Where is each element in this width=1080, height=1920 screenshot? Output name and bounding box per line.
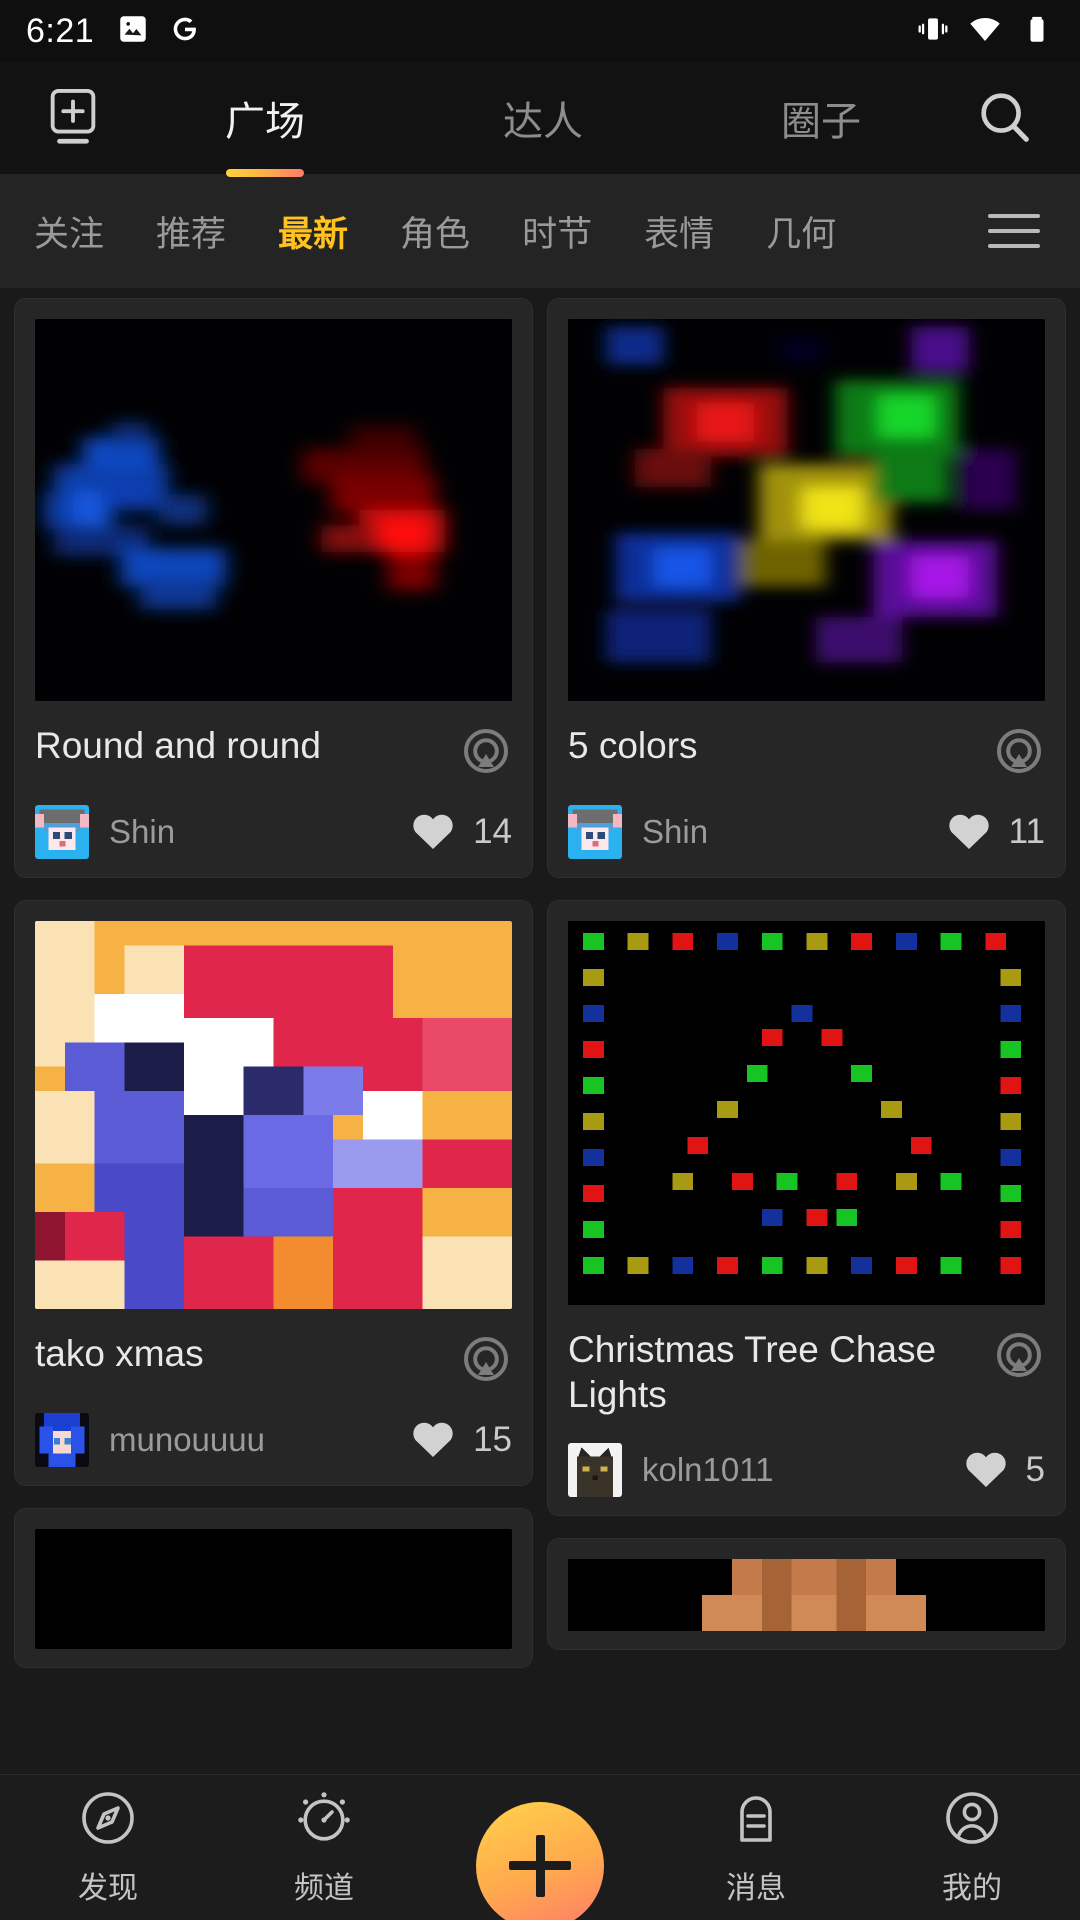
photos-icon (116, 12, 150, 51)
post-meta: Shin 11 (568, 805, 1045, 859)
bottom-navigation-bar: 发现 频道 消息 我的 (0, 1774, 1080, 1920)
add-post-icon[interactable] (30, 87, 116, 149)
post-title: 5 colors (568, 725, 698, 766)
feed-column-right: 5 colors Shin 11 Christmas Tree Chase Li… (547, 298, 1066, 1774)
post-thumbnail-5-colors[interactable] (568, 319, 1045, 701)
chip-jihe[interactable]: 几何 (740, 206, 862, 257)
create-post-fab[interactable] (476, 1801, 604, 1920)
status-bar-system-icons (916, 12, 1054, 51)
post-thumbnail-partial[interactable] (35, 1529, 512, 1649)
post-title-row: Christmas Tree Chase Lights (568, 1305, 1045, 1417)
profile-icon (942, 1788, 1002, 1853)
post-card[interactable] (14, 1508, 533, 1668)
post-author[interactable]: Shin (642, 813, 708, 851)
tab-quanzi-label: 圈子 (781, 100, 861, 144)
nav-item-discover[interactable]: 发现 (0, 1788, 216, 1907)
google-icon (168, 12, 202, 51)
post-thumbnail-round-and-round[interactable] (35, 319, 512, 701)
heart-icon[interactable] (409, 808, 457, 857)
cast-icon[interactable] (454, 727, 512, 779)
heart-icon[interactable] (409, 1416, 457, 1465)
post-title-row: tako xmas (35, 1309, 512, 1387)
post-feed[interactable]: Round and round Shin 14 tako xmas munouu… (0, 288, 1080, 1774)
cast-icon[interactable] (454, 1335, 512, 1387)
compass-icon (78, 1788, 138, 1853)
avatar[interactable] (568, 805, 622, 859)
post-thumbnail-christmas-tree[interactable] (568, 921, 1045, 1305)
like-control[interactable]: 14 (409, 808, 512, 857)
tab-daren-label: 达人 (503, 100, 583, 144)
post-title: tako xmas (35, 1333, 204, 1374)
chip-zuixin[interactable]: 最新 (252, 206, 374, 257)
category-chips: 关注 推荐 最新 角色 时节 表情 几何 (26, 206, 980, 257)
post-title: Christmas Tree Chase Lights (568, 1329, 937, 1416)
status-bar-notification-icons (116, 12, 202, 51)
tab-daren[interactable]: 达人 (503, 85, 583, 151)
vibrate-icon (916, 12, 950, 51)
post-meta: munouuuu 15 (35, 1413, 512, 1467)
post-author[interactable]: munouuuu (109, 1421, 265, 1459)
feed-column-left: Round and round Shin 14 tako xmas munouu… (14, 298, 533, 1774)
post-title-row: Round and round (35, 701, 512, 779)
top-tab-bar: 广场 达人 圈子 (0, 62, 1080, 177)
nav-item-profile[interactable]: 我的 (864, 1788, 1080, 1907)
like-count: 11 (1008, 812, 1045, 851)
hamburger-icon[interactable] (980, 214, 1054, 248)
battery-icon (1020, 12, 1054, 51)
nav-item-messages-label: 消息 (726, 1872, 786, 1905)
post-thumbnail-partial[interactable] (568, 1559, 1045, 1632)
post-meta: Shin 14 (35, 805, 512, 859)
search-icon[interactable] (960, 87, 1050, 149)
chip-tuijian[interactable]: 推荐 (130, 206, 252, 257)
post-author[interactable]: Shin (109, 813, 175, 851)
message-icon (726, 1788, 786, 1853)
nav-item-discover-label: 发现 (78, 1872, 138, 1905)
nav-item-channel[interactable]: 频道 (216, 1788, 432, 1907)
chip-guanzhu[interactable]: 关注 (26, 206, 130, 257)
avatar[interactable] (35, 805, 89, 859)
post-card[interactable]: tako xmas munouuuu 15 (14, 900, 533, 1486)
tab-guangchang-label: 广场 (225, 100, 305, 144)
post-card[interactable]: 5 colors Shin 11 (547, 298, 1066, 878)
cast-icon[interactable] (987, 727, 1045, 779)
status-bar: 6:21 (0, 0, 1080, 62)
post-card[interactable] (547, 1538, 1066, 1651)
nav-item-messages[interactable]: 消息 (648, 1788, 864, 1907)
post-card[interactable]: Round and round Shin 14 (14, 298, 533, 878)
avatar[interactable] (568, 1443, 622, 1498)
heart-icon[interactable] (945, 808, 993, 857)
nav-item-profile-label: 我的 (942, 1872, 1002, 1905)
like-count: 5 (1025, 1450, 1045, 1490)
cast-icon[interactable] (987, 1331, 1045, 1383)
channel-icon (294, 1788, 354, 1853)
chip-shijie[interactable]: 时节 (496, 206, 618, 257)
post-title-row: 5 colors (568, 701, 1045, 779)
tab-quanzi[interactable]: 圈子 (781, 85, 861, 151)
app-root: 6:21 广场 达人 圈子 关注 推荐 最新 角色 时节 表情 几何 Round… (0, 0, 1080, 1920)
tab-active-underline (226, 169, 304, 177)
like-control[interactable]: 5 (962, 1446, 1045, 1495)
like-count: 15 (473, 1420, 512, 1459)
status-bar-clock: 6:21 (26, 11, 95, 50)
wifi-icon (968, 12, 1002, 51)
chip-juese[interactable]: 角色 (374, 206, 496, 257)
like-count: 14 (473, 812, 512, 851)
avatar[interactable] (35, 1413, 89, 1467)
nav-item-channel-label: 频道 (294, 1872, 354, 1905)
chip-biaoqing[interactable]: 表情 (618, 206, 740, 257)
post-meta: koln1011 5 (568, 1443, 1045, 1498)
tab-guangchang[interactable]: 广场 (225, 85, 305, 177)
like-control[interactable]: 15 (409, 1416, 512, 1465)
top-tabs: 广场 达人 圈子 (116, 85, 960, 177)
post-thumbnail-tako-xmas[interactable] (35, 921, 512, 1309)
post-card[interactable]: Christmas Tree Chase Lights koln1011 5 (547, 900, 1066, 1517)
post-title: Round and round (35, 725, 321, 766)
post-author[interactable]: koln1011 (642, 1451, 774, 1489)
like-control[interactable]: 11 (945, 808, 1045, 857)
category-filter-bar: 关注 推荐 最新 角色 时节 表情 几何 (0, 174, 1080, 288)
heart-icon[interactable] (962, 1446, 1010, 1495)
